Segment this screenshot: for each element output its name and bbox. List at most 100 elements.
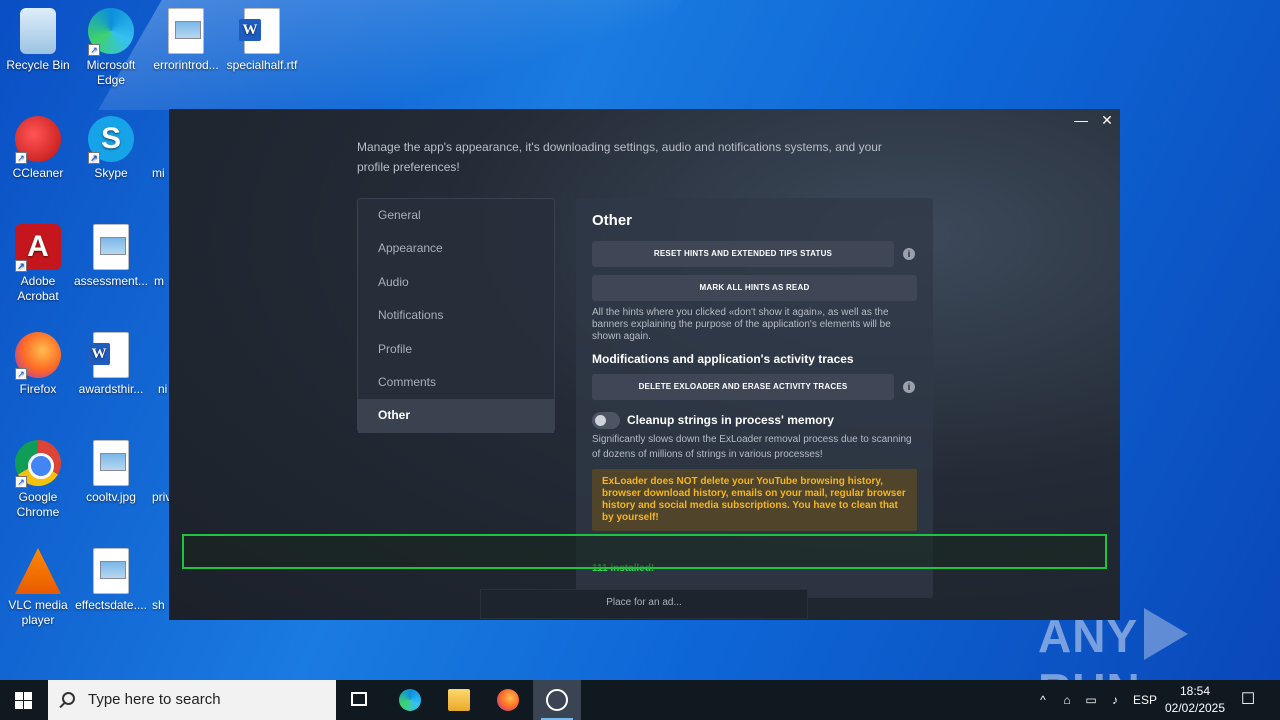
cleanup-strings-label: Cleanup strings in process' memory bbox=[627, 413, 834, 427]
close-button[interactable]: ✕ bbox=[1095, 111, 1119, 129]
image-file-icon bbox=[93, 224, 129, 270]
task-view-icon bbox=[351, 692, 367, 706]
desktop-icon-label: Skype bbox=[94, 166, 128, 180]
word-document-icon: W bbox=[88, 332, 129, 378]
volume-icon[interactable]: ♪ bbox=[1106, 680, 1124, 720]
skype-icon: S ↗ bbox=[88, 116, 134, 164]
green-progress-overlay bbox=[182, 534, 1107, 569]
desktop-icon-skype[interactable]: S ↗ Skype bbox=[73, 116, 149, 181]
desktop-icon-label: Microsoft Edge bbox=[86, 58, 136, 87]
exloader-icon bbox=[546, 689, 568, 711]
edge-icon bbox=[399, 689, 421, 711]
desktop-icon-partial-label[interactable]: sh bbox=[152, 598, 165, 612]
shortcut-arrow-icon: ↗ bbox=[15, 368, 27, 380]
windows-logo-icon bbox=[24, 701, 32, 709]
taskbar-edge[interactable] bbox=[386, 680, 434, 720]
reset-hints-button[interactable]: RESET HINTS AND EXTENDED TIPS STATUS bbox=[592, 241, 894, 267]
desktop-icon-label: cooltv.jpg bbox=[86, 490, 136, 504]
display-icon[interactable]: ▭ bbox=[1082, 680, 1100, 720]
taskbar-file-explorer[interactable] bbox=[435, 680, 483, 720]
desktop-icon-assessment[interactable]: assessment... bbox=[73, 224, 149, 289]
desktop-icon-label: specialhalf.rtf bbox=[226, 58, 298, 72]
cleanup-strings-toggle[interactable] bbox=[592, 412, 620, 429]
menu-item-profile[interactable]: Profile bbox=[358, 333, 554, 366]
search-placeholder: Type here to search bbox=[88, 691, 221, 708]
minimize-button[interactable]: — bbox=[1069, 111, 1093, 129]
task-view-button[interactable] bbox=[336, 680, 384, 720]
info-icon[interactable]: i bbox=[903, 381, 915, 393]
recycle-bin-icon bbox=[20, 8, 56, 54]
settings-intro-text: Manage the app's appearance, it's downlo… bbox=[357, 140, 882, 174]
play-logo-icon bbox=[1144, 608, 1189, 660]
image-file-icon bbox=[93, 548, 129, 594]
info-icon[interactable]: i bbox=[903, 248, 915, 260]
settings-menu: General Appearance Audio Notifications P… bbox=[357, 198, 555, 433]
desktop-icon-recycle-bin[interactable]: Recycle Bin bbox=[0, 8, 76, 73]
desktop-icon-label: Firefox bbox=[19, 382, 57, 396]
windows-logo-icon bbox=[15, 701, 23, 709]
desktop-icon-partial-label[interactable]: mi bbox=[152, 166, 165, 180]
adobe-acrobat-icon: A ↗ bbox=[15, 224, 61, 272]
desktop-icon-partial-label[interactable]: ni bbox=[158, 382, 167, 396]
desktop-icon-partial-label[interactable]: m bbox=[154, 274, 164, 288]
desktop-icon-label: Adobe Acrobat bbox=[17, 274, 59, 303]
desktop-icon-effectsdate[interactable]: effectsdate.... bbox=[73, 548, 149, 613]
desktop-icon-label: errorintrod... bbox=[153, 58, 219, 72]
desktop-icon-vlc[interactable]: VLC media player bbox=[0, 548, 76, 628]
desktop-icon-adobe-acrobat[interactable]: A ↗ Adobe Acrobat bbox=[0, 224, 76, 304]
menu-item-other[interactable]: Other bbox=[358, 399, 554, 433]
menu-item-notifications[interactable]: Notifications bbox=[358, 299, 554, 332]
cleanup-strings-note: Significantly slows down the ExLoader re… bbox=[592, 434, 912, 460]
language-indicator[interactable]: ESP bbox=[1132, 680, 1158, 720]
show-hidden-icons-button[interactable]: ^ bbox=[1034, 680, 1052, 720]
taskbar-search-box[interactable]: Type here to search bbox=[48, 680, 336, 720]
desktop-icon-errorintrod[interactable]: errorintrod... bbox=[148, 8, 224, 73]
windows-logo-icon bbox=[24, 692, 32, 700]
windows-logo-icon bbox=[15, 692, 23, 700]
delete-exloader-button[interactable]: DELETE EXLOADER AND ERASE ACTIVITY TRACE… bbox=[592, 374, 894, 400]
vlc-icon bbox=[15, 548, 61, 594]
folder-icon bbox=[448, 689, 470, 711]
watermark-left: ANY bbox=[1038, 610, 1139, 662]
chrome-icon: ↗ bbox=[15, 440, 61, 488]
desktop-icon-edge[interactable]: ↗ Microsoft Edge bbox=[73, 8, 149, 88]
desktop-icon-label: VLC media player bbox=[8, 598, 68, 627]
shortcut-arrow-icon: ↗ bbox=[15, 152, 27, 164]
taskbar-exloader[interactable] bbox=[533, 680, 581, 720]
desktop-icon-cooltv[interactable]: cooltv.jpg bbox=[73, 440, 149, 505]
hints-note: All the hints where you clicked «don't s… bbox=[592, 307, 891, 342]
history-warning: ExLoader does NOT delete your YouTube br… bbox=[592, 469, 917, 531]
shortcut-arrow-icon: ↗ bbox=[88, 44, 100, 56]
image-file-icon bbox=[168, 8, 204, 54]
clock-date: 02/02/2025 bbox=[1164, 701, 1226, 715]
panel-title: Other bbox=[592, 212, 633, 229]
desktop-icon-specialhalf[interactable]: W specialhalf.rtf bbox=[224, 8, 300, 73]
start-button[interactable] bbox=[0, 680, 48, 720]
taskbar-clock[interactable]: 18:54 02/02/2025 bbox=[1160, 683, 1230, 717]
desktop-icon-label: Google Chrome bbox=[16, 490, 60, 519]
desktop-icon-label: CCleaner bbox=[12, 166, 64, 180]
desktop-icon-awardsthir[interactable]: W awardsthir... bbox=[73, 332, 149, 397]
desktop-icon-label: effectsdate.... bbox=[75, 598, 147, 612]
firefox-icon bbox=[497, 689, 519, 711]
menu-item-comments[interactable]: Comments bbox=[358, 366, 554, 399]
desktop-icon-label: awardsthir... bbox=[78, 382, 144, 396]
mark-hints-read-button[interactable]: MARK ALL HINTS AS READ bbox=[592, 275, 917, 301]
network-icon[interactable]: ⌂ bbox=[1058, 680, 1076, 720]
desktop-icon-firefox[interactable]: ↗ Firefox bbox=[0, 332, 76, 397]
menu-item-general[interactable]: General bbox=[358, 199, 554, 232]
taskbar-firefox[interactable] bbox=[484, 680, 532, 720]
edge-icon: ↗ bbox=[88, 8, 134, 56]
menu-item-audio[interactable]: Audio bbox=[358, 266, 554, 299]
ad-placeholder[interactable]: Place for an ad... bbox=[480, 589, 808, 619]
word-document-icon: W bbox=[239, 8, 280, 54]
shortcut-arrow-icon: ↗ bbox=[88, 152, 100, 164]
menu-item-appearance[interactable]: Appearance bbox=[358, 232, 554, 265]
search-icon bbox=[62, 692, 75, 705]
traces-section-title: Modifications and application's activity… bbox=[592, 352, 854, 366]
desktop-icon-chrome[interactable]: ↗ Google Chrome bbox=[0, 440, 76, 520]
shortcut-arrow-icon: ↗ bbox=[15, 476, 27, 488]
desktop-icon-label: Recycle Bin bbox=[6, 58, 70, 72]
notification-icon[interactable]: ☐ bbox=[1236, 680, 1260, 720]
desktop-icon-ccleaner[interactable]: ↗ CCleaner bbox=[0, 116, 76, 181]
